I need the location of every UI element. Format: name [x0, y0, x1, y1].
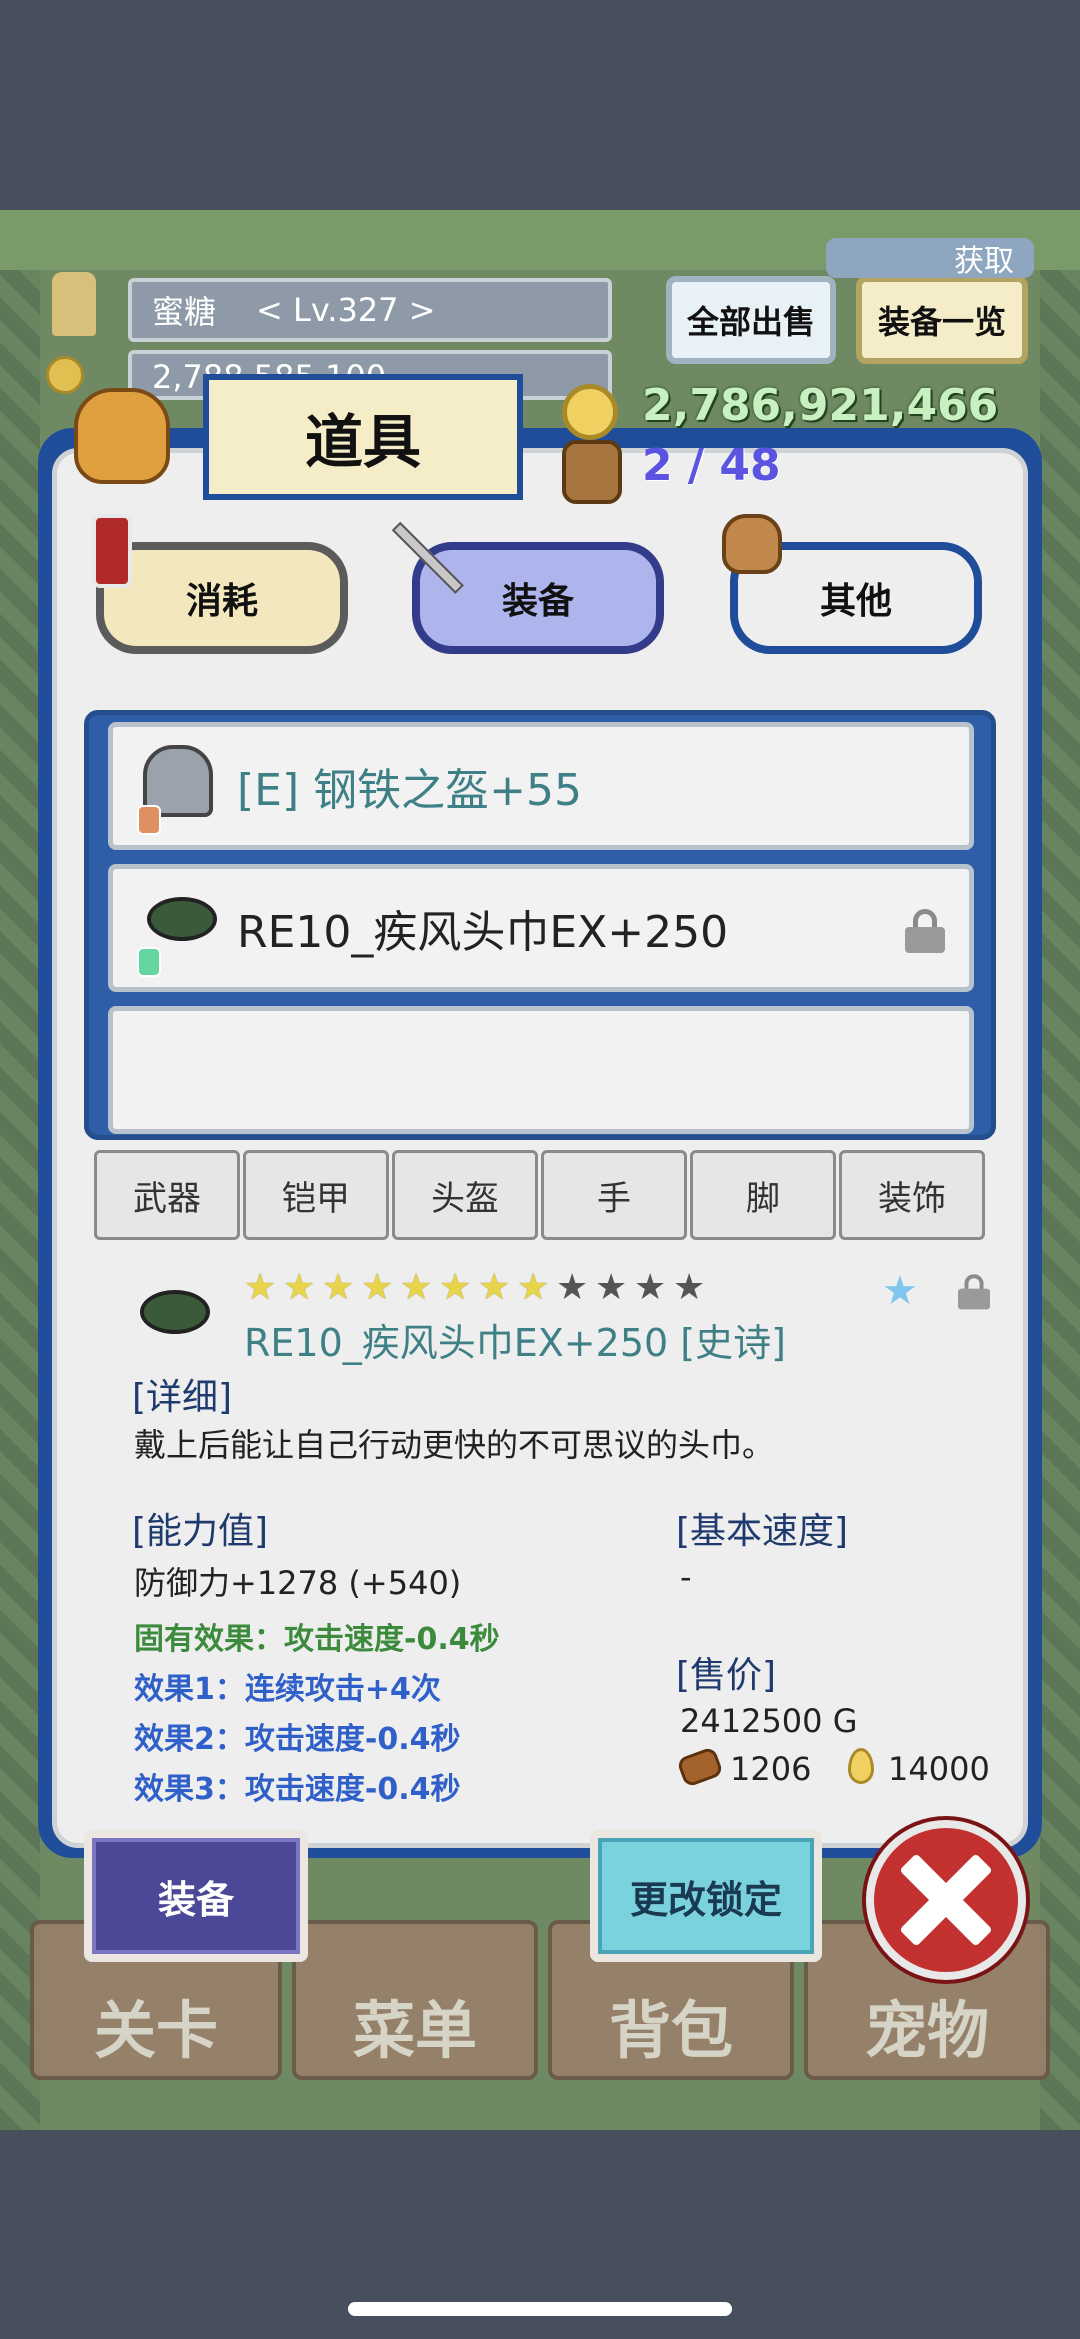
home-indicator — [348, 2302, 732, 2316]
detail-header: [详细] — [132, 1377, 233, 1418]
defense-stat: 防御力+1278 (+540) — [134, 1564, 462, 1602]
favorite-star-icon[interactable]: ★ — [882, 1268, 918, 1314]
speed-header: [基本速度] — [676, 1511, 849, 1552]
bag-sack-icon — [74, 388, 170, 484]
filter-tab-hand[interactable]: 手 — [541, 1150, 687, 1240]
star-filled-icon: ★ — [244, 1267, 277, 1308]
nav-label: 背包 — [608, 1994, 733, 2067]
star-empty-icon: ★ — [595, 1267, 628, 1308]
item-row[interactable]: [E] 钢铁之盔+55 — [108, 722, 974, 850]
filter-label: 手 — [597, 1178, 631, 1219]
droplet-count: 14000 — [888, 1750, 990, 1788]
equip-button-label: 装备 — [157, 1877, 234, 1922]
equip-list-button[interactable]: 装备一览 — [856, 276, 1028, 364]
star-filled-icon: ★ — [322, 1267, 355, 1308]
star-empty-icon: ★ — [556, 1267, 589, 1308]
star-filled-icon: ★ — [400, 1267, 433, 1308]
star-filled-icon: ★ — [361, 1267, 394, 1308]
sell-price: 2412500 G — [680, 1702, 858, 1740]
player-level: < Lv.327 > — [256, 291, 436, 329]
category-equipment-label: 装备 — [501, 581, 574, 622]
potion-icon — [92, 514, 132, 588]
change-lock-button[interactable]: 更改锁定 — [590, 1830, 822, 1962]
filter-tab-weapon[interactable]: 武器 — [94, 1150, 240, 1240]
lock-icon — [905, 909, 945, 953]
filter-tab-accessory[interactable]: 装饰 — [839, 1150, 985, 1240]
close-button[interactable] — [866, 1820, 1026, 1980]
detail-lock-icon[interactable] — [958, 1274, 990, 1310]
item-description: 戴上后能让自己行动更快的不可思议的头巾。 — [134, 1426, 775, 1464]
effect-3: 效果3：攻击速度-0.4秒 — [134, 1772, 461, 1807]
item-name: RE10_疾风头巾EX+250 — [237, 907, 729, 958]
bag-count: 2 / 48 — [642, 440, 781, 491]
bandana-icon — [147, 897, 217, 941]
sell-all-button[interactable]: 全部出售 — [666, 276, 836, 364]
speed-value: - — [680, 1558, 692, 1596]
nav-label: 菜单 — [352, 1994, 477, 2067]
backpack-icon — [562, 440, 622, 504]
material-count: 1206 — [730, 1750, 812, 1788]
effect-1: 效果1：连续攻击+4次 — [134, 1672, 441, 1707]
change-lock-button-label: 更改锁定 — [629, 1877, 782, 1922]
star-filled-icon: ★ — [478, 1267, 511, 1308]
nav-label: 宠物 — [864, 1994, 989, 2067]
item-row[interactable]: RE10_疾风头巾EX+250 — [108, 864, 974, 992]
detail-item-icon — [140, 1290, 210, 1334]
coin-icon — [46, 356, 84, 394]
stats-header: [能力值] — [132, 1511, 269, 1552]
item-row-empty[interactable] — [108, 1006, 974, 1134]
detail-item-title: RE10_疾风头巾EX+250 [史诗] — [244, 1321, 786, 1365]
nav-menu[interactable]: 菜单 — [292, 1920, 538, 2080]
player-name: 蜜糖 — [152, 293, 217, 331]
droplet-icon — [848, 1748, 874, 1784]
star-filled-icon: ★ — [439, 1267, 472, 1308]
filter-tab-helmet[interactable]: 头盔 — [392, 1150, 538, 1240]
category-equipment[interactable]: 装备 — [412, 542, 664, 654]
rarity-stars: ★ ★ ★ ★ ★ ★ ★ ★ ★ ★ ★ ★ — [244, 1270, 724, 1310]
category-consumables-label: 消耗 — [185, 581, 258, 622]
price-header: [售价] — [676, 1655, 777, 1696]
filter-label: 脚 — [746, 1178, 780, 1219]
obtain-label: 获取 — [954, 244, 1014, 279]
obtain-badge: 获取 — [826, 238, 1034, 279]
equip-list-label: 装备一览 — [877, 303, 1006, 341]
panel-title: 道具 — [203, 374, 523, 500]
category-other-label: 其他 — [819, 581, 892, 622]
effect-2: 效果2：攻击速度-0.4秒 — [134, 1722, 461, 1757]
category-consumables[interactable]: 消耗 — [96, 542, 348, 654]
sell-all-label: 全部出售 — [686, 303, 815, 341]
filter-label: 头盔 — [431, 1178, 499, 1219]
star-empty-icon: ★ — [634, 1267, 667, 1308]
item-name: [E] 钢铁之盔+55 — [237, 765, 582, 816]
pouch-icon — [722, 514, 782, 574]
effect-innate: 固有效果：攻击速度-0.4秒 — [134, 1622, 500, 1657]
close-icon — [874, 1828, 1018, 1972]
equip-button[interactable]: 装备 — [84, 1830, 308, 1962]
star-filled-icon: ★ — [517, 1267, 550, 1308]
star-filled-icon: ★ — [283, 1267, 316, 1308]
nav-label: 关卡 — [93, 1994, 218, 2067]
equipped-gem-icon — [137, 805, 161, 835]
filter-tab-foot[interactable]: 脚 — [690, 1150, 836, 1240]
filter-label: 武器 — [133, 1178, 201, 1219]
filter-tab-armor[interactable]: 铠甲 — [243, 1150, 389, 1240]
player-name-bar: 蜜糖 < Lv.327 > — [128, 278, 612, 342]
panel-title-text: 道具 — [304, 408, 421, 476]
filter-label: 装饰 — [878, 1178, 946, 1219]
filter-label: 铠甲 — [282, 1178, 350, 1219]
star-empty-icon: ★ — [673, 1267, 706, 1308]
gold-amount: 2,786,921,466 — [642, 380, 999, 431]
gold-coin-icon — [562, 384, 618, 440]
rarity-gem-icon — [137, 947, 161, 977]
player-avatar — [52, 272, 96, 336]
